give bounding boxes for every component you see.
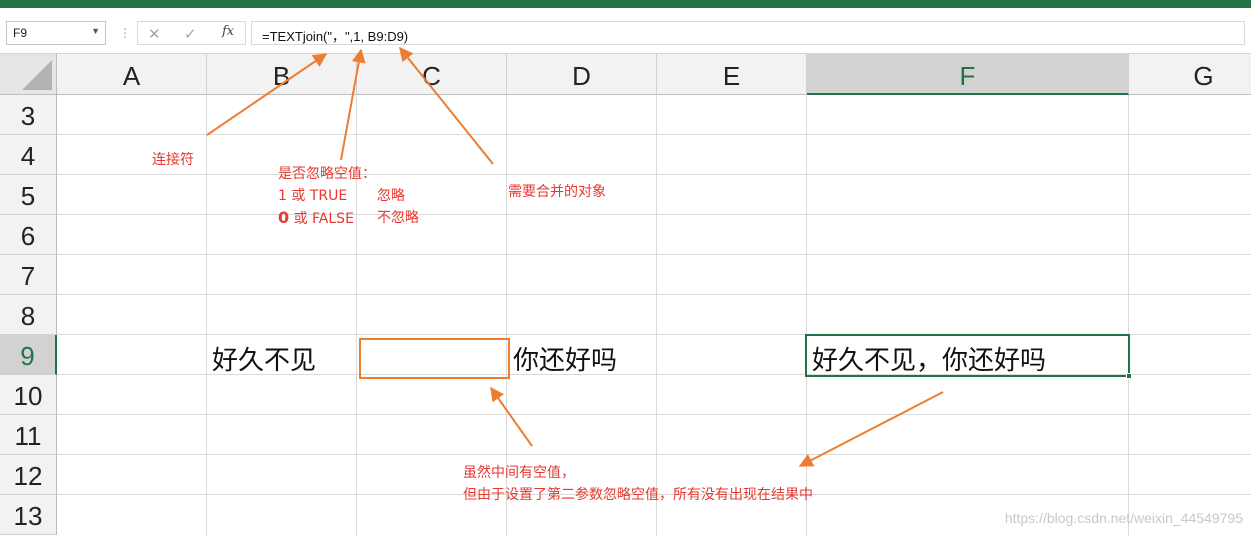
gridline — [656, 95, 657, 536]
cell-area[interactable] — [57, 95, 1251, 536]
gridline — [806, 95, 807, 536]
row-header-10[interactable]: 10 — [0, 375, 57, 415]
annotation-false-label: 或 FALSE — [289, 211, 354, 227]
gridline — [57, 294, 1251, 295]
row-header-11[interactable]: 11 — [0, 415, 57, 455]
row-header-6[interactable]: 6 — [0, 215, 57, 255]
gridline — [57, 214, 1251, 215]
column-header-a[interactable]: A — [57, 54, 207, 95]
column-header-g[interactable]: G — [1129, 54, 1251, 95]
grip-icon[interactable]: ⋮ — [119, 26, 131, 40]
enter-icon[interactable]: ✓ — [184, 25, 197, 43]
select-all-button[interactable] — [0, 54, 57, 95]
cancel-icon[interactable]: ✕ — [148, 25, 161, 43]
worksheet-grid: A B C D E F G 3 4 5 6 7 8 9 10 11 12 13 … — [0, 54, 1251, 536]
annotation-ignore-true: 1 或 TRUE — [278, 188, 348, 204]
annotation-result-line2: 但由于设置了第二参数忽略空值，所有没有出现在结果中 — [463, 487, 813, 503]
annotation-ignore-false: 0 或 FALSE — [278, 208, 354, 229]
formula-area: F9 ▼ ⋮ ✕ ✓ fx =TEXTjoin("，",1, B9:D9) — [0, 8, 1251, 54]
gridline — [57, 174, 1251, 175]
row-header-9[interactable]: 9 — [0, 335, 57, 375]
gridline — [356, 95, 357, 536]
formula-buttons: ✕ ✓ fx — [137, 21, 246, 45]
row-header-5[interactable]: 5 — [0, 175, 57, 215]
row-header-7[interactable]: 7 — [0, 255, 57, 295]
formula-input[interactable]: =TEXTjoin("，",1, B9:D9) — [251, 21, 1245, 45]
annotation-merge-target: 需要合并的对象 — [508, 184, 606, 200]
column-header-f[interactable]: F — [807, 54, 1129, 95]
cell-c9-highlight[interactable] — [359, 338, 510, 379]
row-header-13[interactable]: 13 — [0, 495, 57, 535]
annotation-result-line1: 虽然中间有空值， — [463, 465, 575, 481]
annotation-ignore-title: 是否忽略空值： — [278, 166, 376, 182]
gridline — [57, 254, 1251, 255]
row-header-8[interactable]: 8 — [0, 295, 57, 335]
chevron-down-icon[interactable]: ▼ — [91, 26, 100, 36]
annotation-ignore-true-desc: 忽略 — [377, 188, 405, 204]
gridline — [57, 454, 1251, 455]
gridline — [1128, 95, 1129, 536]
name-box[interactable]: F9 ▼ — [6, 21, 106, 45]
gridline — [57, 134, 1251, 135]
annotation-connector: 连接符 — [152, 152, 194, 168]
row-header-4[interactable]: 4 — [0, 135, 57, 175]
column-header-b[interactable]: B — [207, 54, 357, 95]
gridline — [57, 414, 1251, 415]
row-header-3[interactable]: 3 — [0, 95, 57, 135]
column-header-c[interactable]: C — [357, 54, 507, 95]
gridline — [206, 95, 207, 536]
title-bar-strip — [0, 0, 1251, 8]
select-all-icon — [22, 60, 52, 90]
cell-d9[interactable]: 你还好吗 — [513, 340, 617, 377]
cell-b9[interactable]: 好久不见 — [212, 340, 316, 377]
name-box-value: F9 — [13, 26, 28, 40]
column-header-e[interactable]: E — [657, 54, 807, 95]
insert-function-icon[interactable]: fx — [222, 24, 234, 39]
cell-f9: 好久不见，你还好吗 — [812, 346, 1047, 376]
annotation-ignore-false-desc: 不忽略 — [377, 210, 419, 226]
watermark: https://blog.csdn.net/weixin_44549795 — [1004, 510, 1243, 526]
fill-handle[interactable] — [1126, 373, 1132, 379]
annotation-zero: 0 — [278, 208, 290, 227]
column-header-d[interactable]: D — [507, 54, 657, 95]
row-header-12[interactable]: 12 — [0, 455, 57, 495]
